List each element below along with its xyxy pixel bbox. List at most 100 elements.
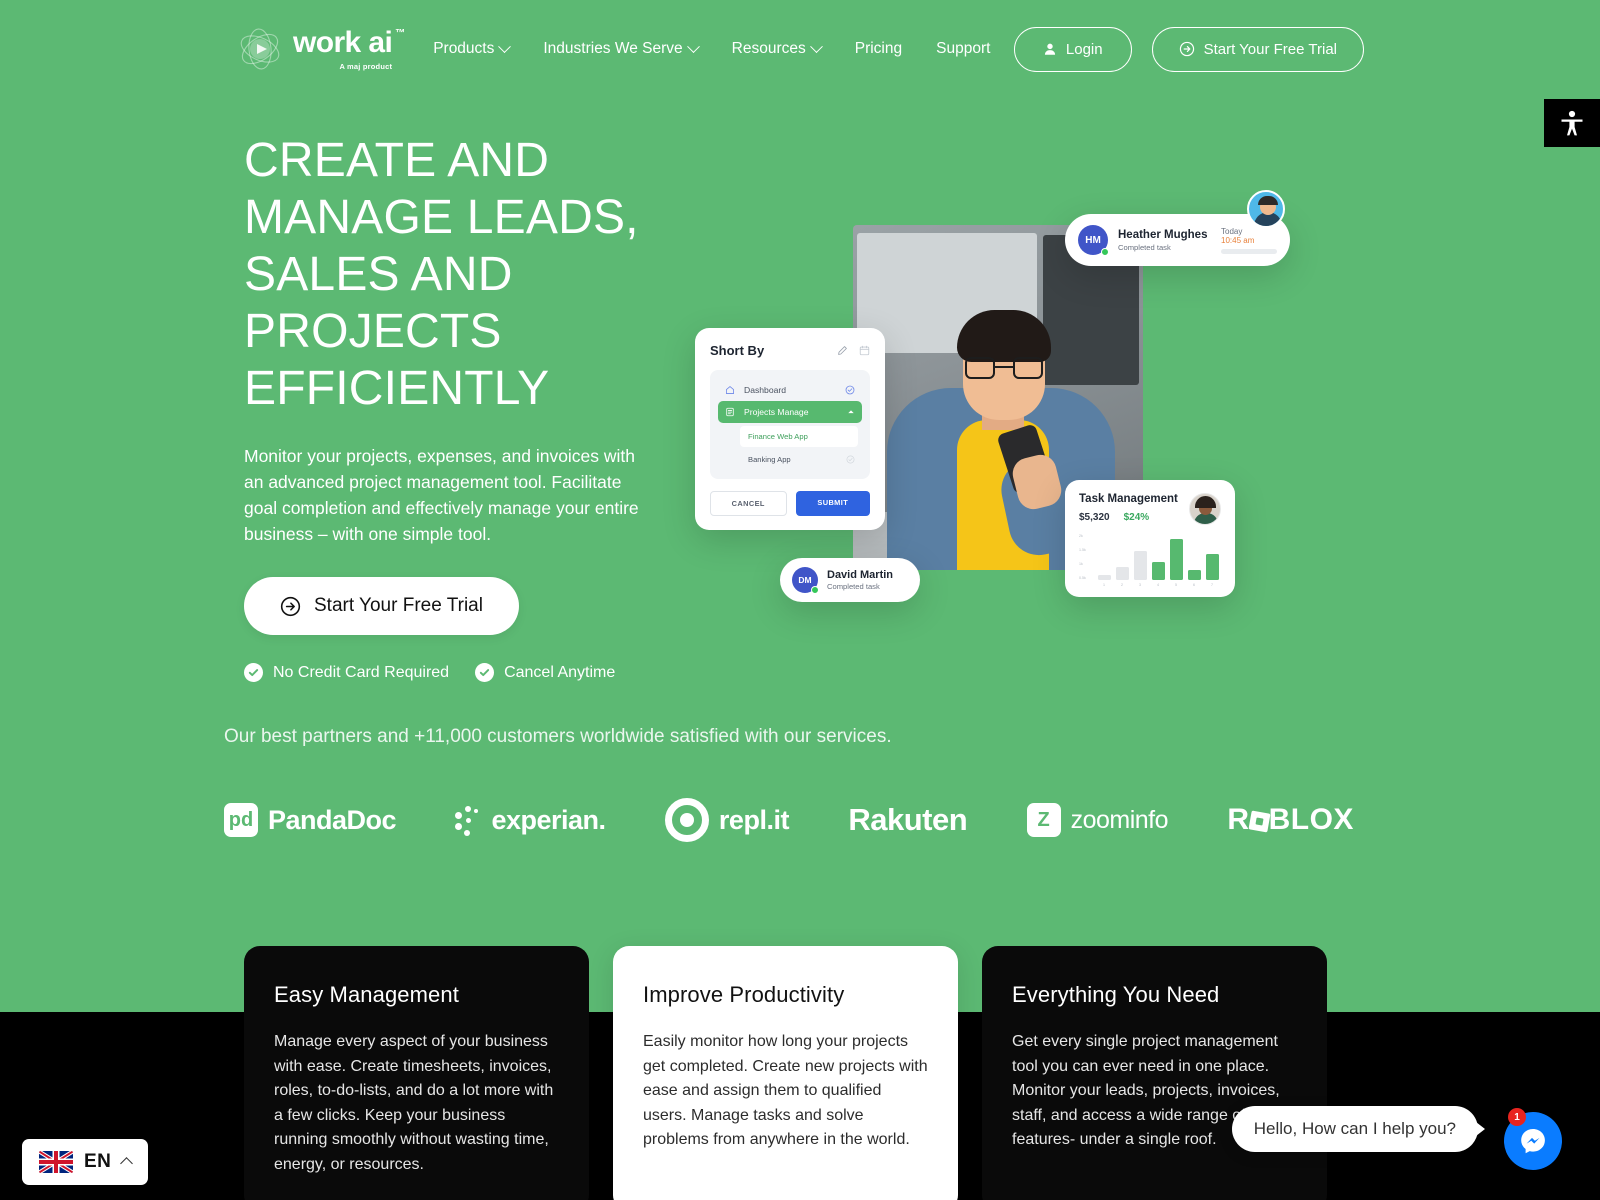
hero-badges: No Credit Card Required Cancel Anytime: [244, 663, 714, 682]
replit-mark-icon: [664, 798, 709, 842]
logo-label: Rakuten: [848, 802, 968, 837]
chart-bar-column: [1167, 534, 1185, 580]
header-trial-label: Start Your Free Trial: [1203, 40, 1337, 58]
avatar-photo: [1189, 493, 1221, 525]
logo-pandadoc: pd PandaDoc: [224, 803, 397, 837]
feature-body: Manage every aspect of your business wit…: [274, 1033, 554, 1173]
nav-label: Resources: [731, 40, 806, 57]
main-navigation: Products Industries We Serve Resources P…: [416, 30, 1007, 68]
zoominfo-mark-icon: Z: [1026, 803, 1061, 837]
feature-card-easy-management: Easy Management Manage every aspect of y…: [244, 946, 589, 1200]
logo-label: R BLOX: [1227, 803, 1354, 836]
notification-day: Today: [1221, 226, 1243, 236]
nav-item-support[interactable]: Support: [919, 30, 1007, 68]
notification-status: Completed task: [827, 582, 880, 591]
list-item-label: Dashboard: [744, 385, 787, 395]
notification-name: David Martin: [827, 569, 894, 581]
language-code: EN: [84, 1151, 112, 1172]
logo-roblox: R BLOX: [1227, 803, 1354, 837]
badge-cancel-anytime: Cancel Anytime: [475, 663, 615, 682]
nav-item-resources[interactable]: Resources: [715, 30, 838, 68]
chart-bar: [1187, 569, 1201, 580]
badge-label: Cancel Anytime: [504, 663, 616, 681]
chart-bar: [1169, 539, 1183, 580]
avatar-initials: DM: [798, 575, 812, 585]
brand-logo[interactable]: work ai ™ A maj product: [236, 25, 405, 73]
nav-item-industries[interactable]: Industries We Serve: [526, 30, 714, 68]
chart-y-tick: 2k: [1079, 534, 1083, 538]
page-title: CREATE AND MANAGE LEADS, SALES AND PROJE…: [244, 134, 639, 415]
language-selector[interactable]: EN: [22, 1139, 149, 1185]
cancel-button[interactable]: CANCEL: [710, 491, 787, 516]
accessibility-button[interactable]: [1544, 99, 1600, 147]
partner-logos: pd PandaDoc experian. repl.it Rakuten Z …: [224, 790, 1354, 850]
task-amount: $5,320: [1079, 512, 1110, 523]
logo-label: experian.: [491, 804, 606, 835]
logo-label: PandaDoc: [268, 804, 397, 835]
notification-status: Completed task: [1118, 242, 1171, 252]
accessibility-icon: [1561, 110, 1583, 136]
chart-bar-column: [1095, 534, 1113, 580]
check-icon: [244, 663, 263, 682]
check-circle-icon: [846, 455, 855, 464]
hero-trial-button[interactable]: Start Your Free Trial: [244, 577, 519, 635]
chart-bar-column: [1149, 534, 1167, 580]
chart-x-tick: 4: [1157, 583, 1159, 587]
chart-bar: [1151, 562, 1165, 580]
calendar-icon[interactable]: [859, 345, 870, 356]
online-status-dot: [1101, 248, 1109, 256]
messenger-chat-button[interactable]: 1: [1504, 1108, 1562, 1170]
chart-x-tick: 7: [1211, 583, 1213, 587]
chart-bar-column: [1185, 534, 1203, 580]
badge-label: No Credit Card Required: [273, 663, 450, 681]
logo-label: zoominfo: [1070, 805, 1169, 834]
nav-item-products[interactable]: Products: [416, 30, 526, 68]
list-subitem-finance-web-app[interactable]: Finance Web App: [740, 426, 858, 447]
chat-message-bubble: Hello, How can I help you?: [1231, 1106, 1478, 1152]
chart-bar-column: [1203, 534, 1221, 580]
submit-button[interactable]: SUBMIT: [795, 491, 870, 516]
task-card-title: Task Management: [1079, 493, 1178, 505]
logo-label: repl.it: [718, 804, 790, 835]
chart-bar: [1115, 566, 1129, 580]
nav-label: Pricing: [854, 40, 903, 57]
logo-replit: repl.it: [664, 798, 790, 842]
feature-cards: Easy Management Manage every aspect of y…: [244, 946, 1356, 1200]
feature-title: Everything You Need: [1012, 982, 1220, 1007]
chart-y-tick: 1k: [1079, 562, 1083, 566]
uk-flag-icon: [39, 1151, 73, 1173]
feature-body: Easily monitor how long your projects ge…: [643, 1033, 928, 1148]
avatar-initials: HM: [1085, 234, 1101, 246]
list-item-projects-manage[interactable]: Projects Manage: [718, 401, 862, 423]
feature-card-improve-productivity: Improve Productivity Easily monitor how …: [613, 946, 958, 1200]
hero-illustration: Short By Dashboard Projects Manage Finan…: [690, 180, 1350, 610]
arrow-circle-right-icon: [280, 596, 301, 616]
task-percent: $24%: [1123, 512, 1150, 523]
nav-label: Products: [433, 40, 495, 57]
avatar: DM: [792, 567, 819, 594]
nav-label: Support: [936, 40, 991, 57]
chart-y-tick: 1.5k: [1079, 548, 1086, 552]
chart-x-tick: 5: [1175, 583, 1177, 587]
chevron-down-icon: [686, 39, 700, 53]
login-label: Login: [1065, 40, 1103, 58]
logo-zoominfo: Z zoominfo: [1026, 803, 1169, 837]
logo-mark-icon: [236, 25, 284, 73]
chevron-up-icon: [848, 410, 854, 414]
header-trial-button[interactable]: Start Your Free Trial: [1151, 26, 1364, 72]
list-subitem-banking-app[interactable]: Banking App: [718, 449, 862, 470]
list-subitem-label: Finance Web App: [748, 432, 808, 441]
hero-trial-label: Start Your Free Trial: [314, 595, 483, 616]
hero-subtitle: Monitor your projects, expenses, and inv…: [244, 446, 639, 544]
login-button[interactable]: Login: [1013, 26, 1132, 72]
list-item-dashboard[interactable]: Dashboard: [718, 379, 862, 401]
edit-pencil-icon[interactable]: [837, 345, 848, 356]
logo-rakuten: Rakuten: [848, 802, 967, 838]
nav-item-pricing[interactable]: Pricing: [838, 30, 919, 68]
online-status-dot: [811, 586, 819, 594]
messenger-icon: [1521, 1129, 1545, 1154]
list-subitem-label: Banking App: [748, 455, 791, 464]
hero-content: CREATE AND MANAGE LEADS, SALES AND PROJE…: [244, 132, 714, 682]
chat-unread-badge: 1: [1508, 1108, 1526, 1126]
home-icon: [726, 386, 734, 394]
